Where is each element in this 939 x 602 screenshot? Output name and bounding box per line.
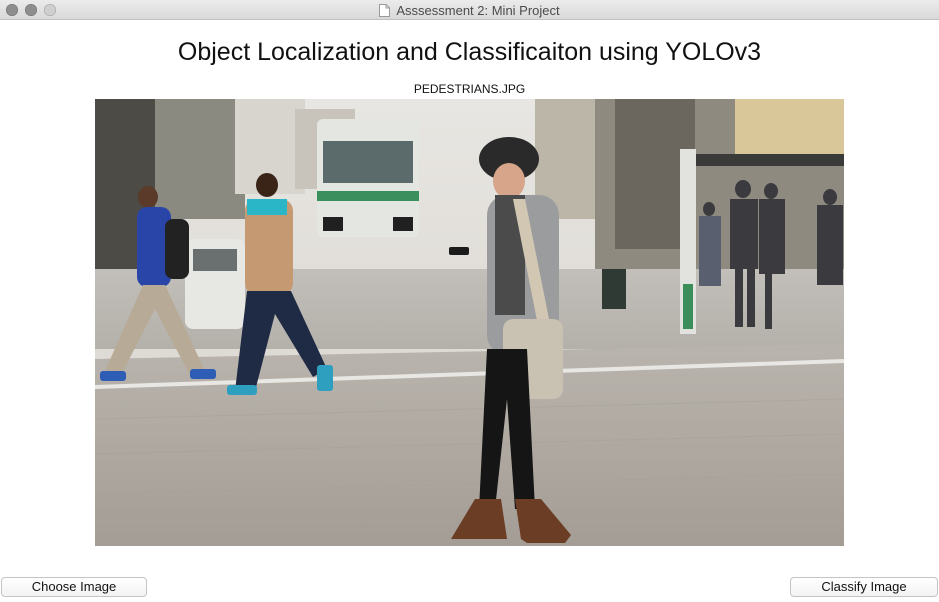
pedestrians-photo xyxy=(95,99,844,546)
app-window: Asssessment 2: Mini Project Object Local… xyxy=(0,0,939,602)
title-area: Asssessment 2: Mini Project xyxy=(0,0,939,20)
classify-image-button[interactable]: Classify Image xyxy=(790,577,938,597)
image-filename: PEDESTRIANS.JPG xyxy=(413,82,526,96)
document-icon xyxy=(379,3,391,17)
choose-image-button[interactable]: Choose Image xyxy=(1,577,147,597)
page-title: Object Localization and Classificaiton u… xyxy=(177,38,762,66)
image-preview xyxy=(95,99,844,546)
window-title: Asssessment 2: Mini Project xyxy=(396,2,560,18)
title-bar[interactable]: Asssessment 2: Mini Project xyxy=(0,0,939,20)
